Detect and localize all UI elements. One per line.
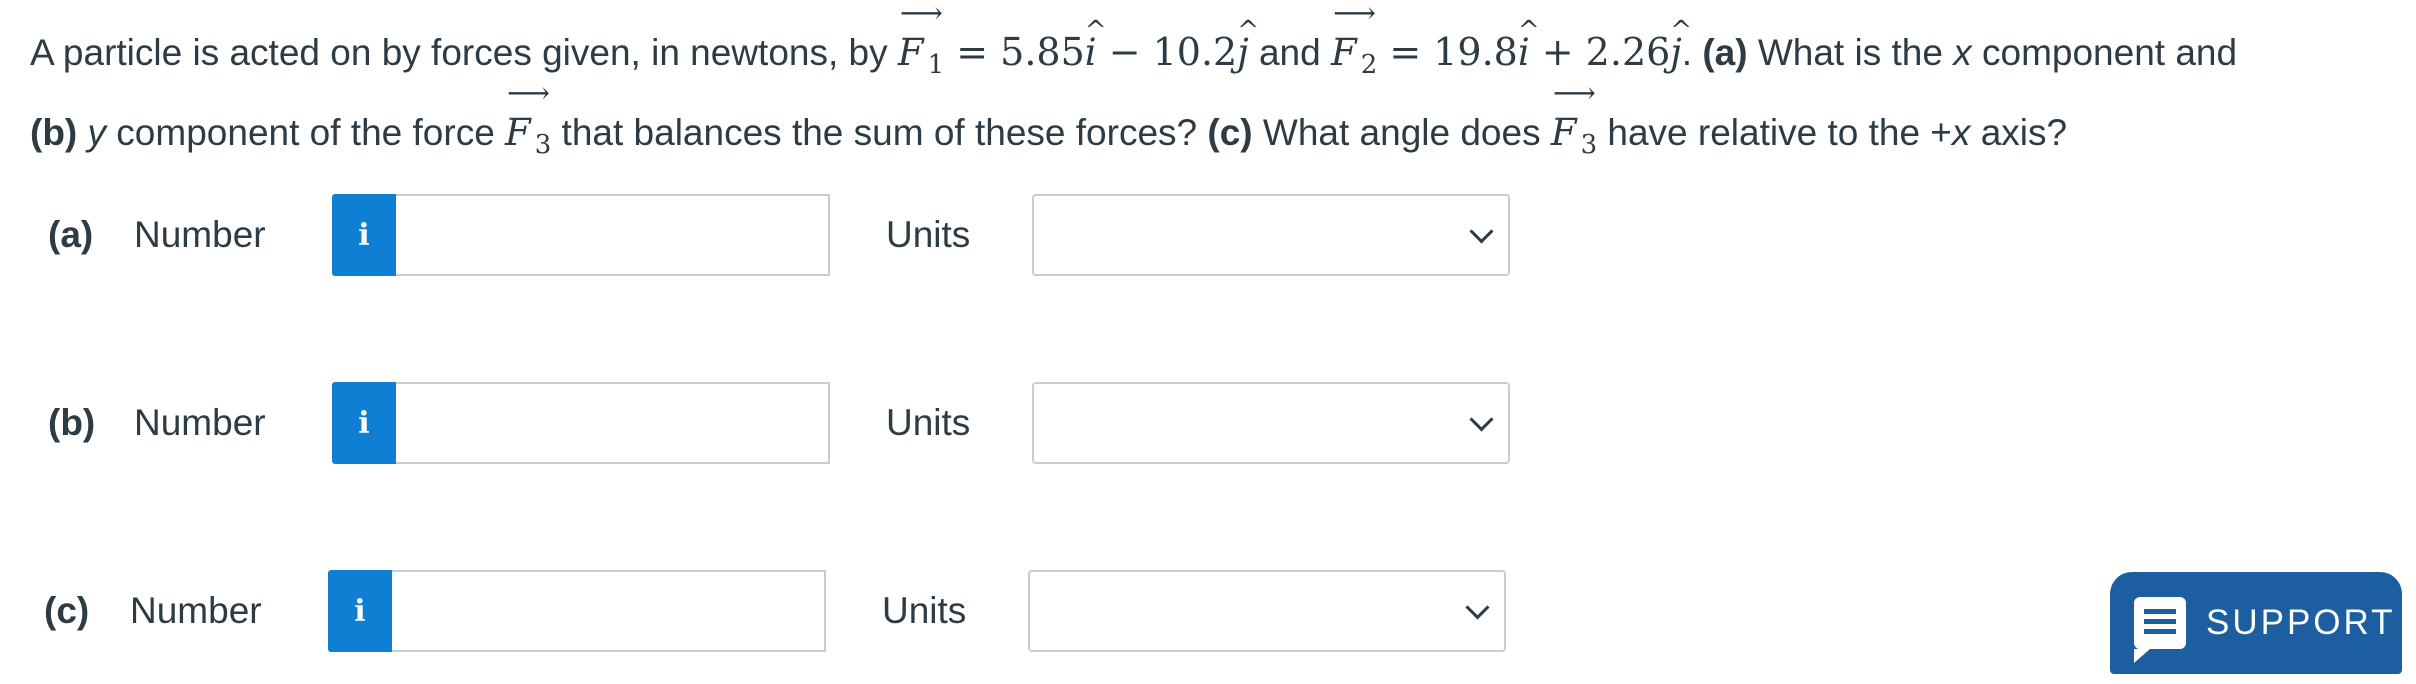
chevron-down-icon: [1469, 219, 1494, 244]
chat-icon: [2134, 597, 2186, 663]
force-f3: ⟶ F 3: [505, 76, 552, 161]
part-a-label: (a): [1702, 32, 1748, 73]
units-dropdown-b[interactable]: [1032, 382, 1510, 464]
info-icon[interactable]: i: [332, 194, 396, 276]
number-label: Number: [130, 590, 262, 631]
support-button[interactable]: SUPPORT: [2110, 572, 2402, 674]
number-input-c[interactable]: [392, 570, 826, 652]
part-label: (c): [44, 590, 90, 631]
number-label: Number: [134, 402, 266, 443]
units-label: Units: [886, 214, 971, 255]
chevron-down-icon: [1469, 407, 1494, 432]
chevron-down-icon: [1465, 595, 1490, 620]
info-icon[interactable]: i: [328, 570, 392, 652]
question-text: A particle is acted on by forces given, …: [30, 0, 2370, 179]
number-input-b[interactable]: [396, 382, 830, 464]
part-label: (a): [48, 214, 94, 255]
units-dropdown-a[interactable]: [1032, 194, 1510, 276]
units-dropdown-c[interactable]: [1028, 570, 1506, 652]
part-c-label: (c): [1207, 112, 1253, 153]
number-label: Number: [134, 214, 266, 255]
support-label: SUPPORT: [2206, 603, 2396, 642]
units-label: Units: [882, 590, 967, 631]
info-icon[interactable]: i: [332, 382, 396, 464]
units-label: Units: [886, 402, 971, 443]
force-f1: ⟶ F 1: [897, 0, 945, 80]
number-input-a[interactable]: [396, 194, 830, 276]
answer-row-b: (b) Number i Units: [0, 382, 1560, 464]
question-intro: A particle is acted on by forces given, …: [30, 32, 898, 73]
part-label: (b): [48, 402, 96, 443]
answer-row-a: (a) Number i Units: [0, 194, 1560, 276]
force-f3-ref: ⟶ F 3: [1550, 76, 1598, 161]
force-f2: ⟶ F 2: [1331, 0, 1378, 80]
part-b-label: (b): [30, 112, 78, 153]
answer-row-c: (c) Number i Units: [0, 570, 1556, 652]
